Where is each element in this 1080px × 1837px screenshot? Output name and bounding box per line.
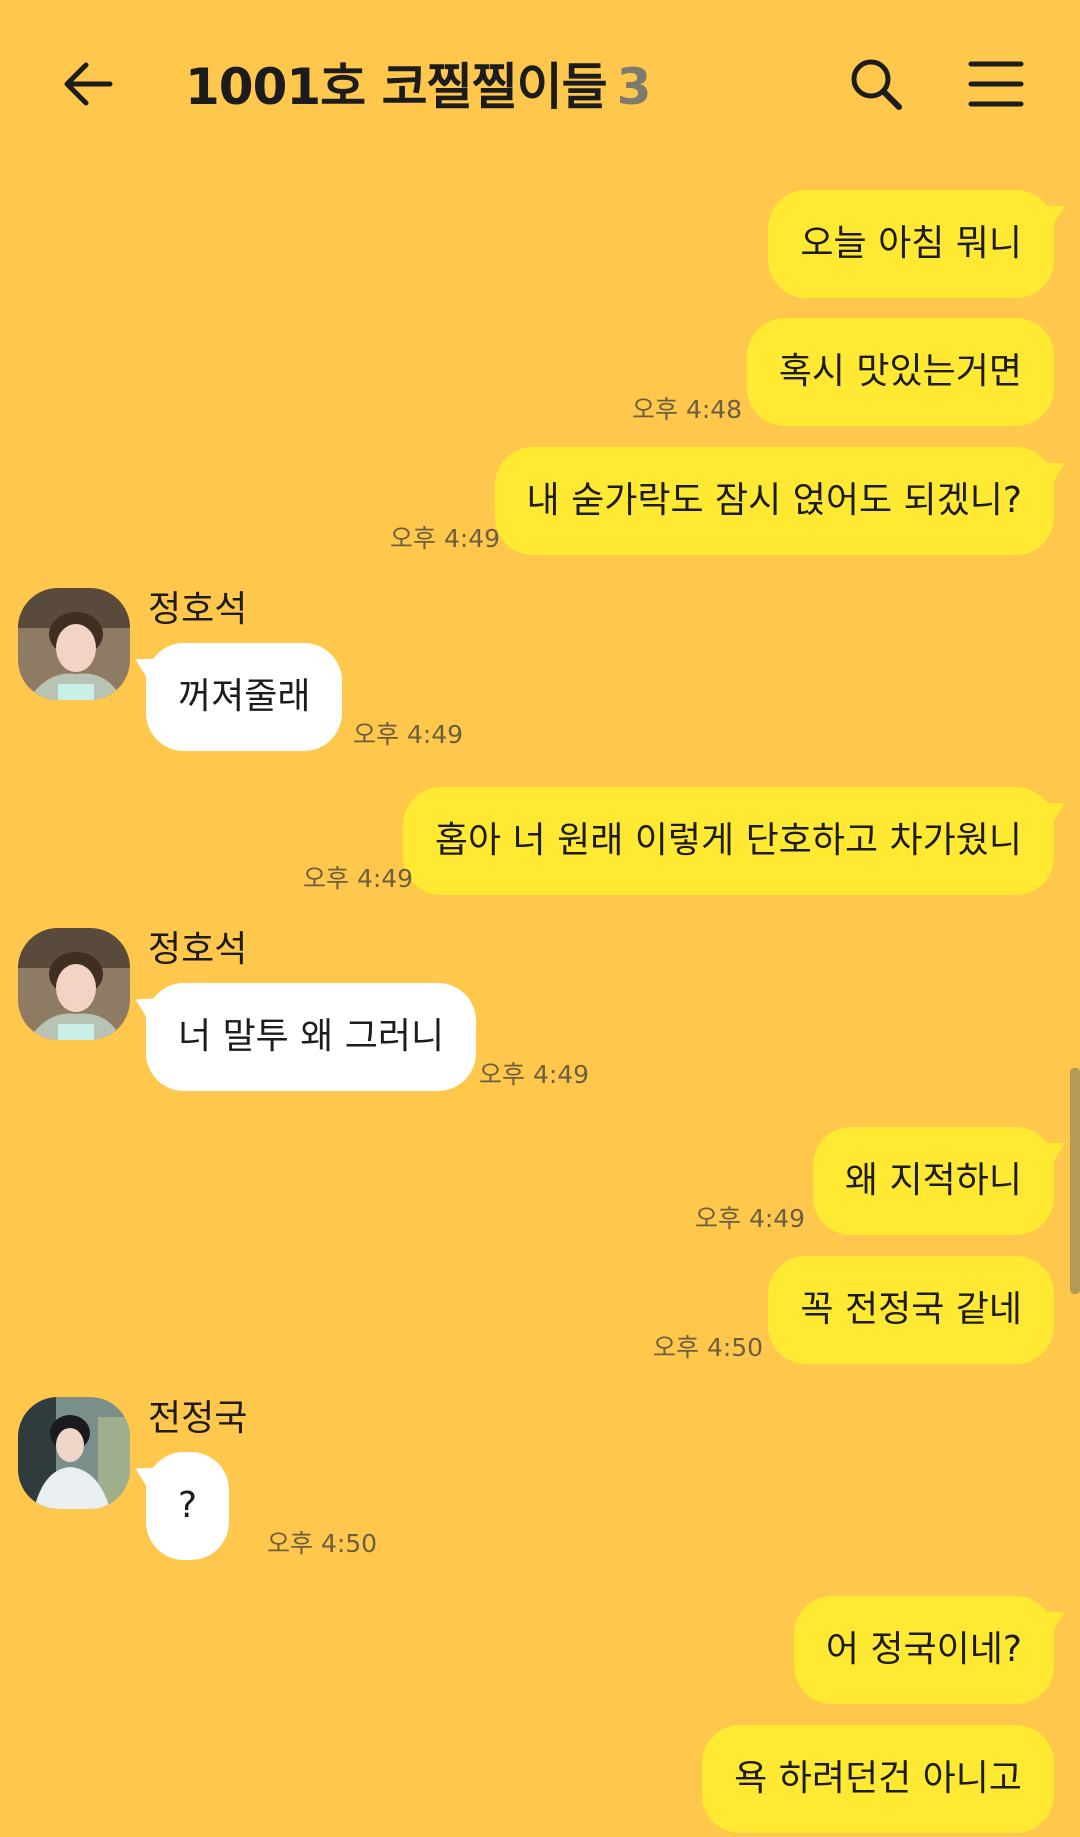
message-timestamp: 오후 4:50	[267, 1529, 378, 1558]
message-list[interactable]: 오늘 아침 뭐니 혹시 맛있는거면 오후 4:48 내 숟가락도 잠시 얹어도 …	[0, 0, 1080, 1837]
message-timestamp: 오후 4:50	[653, 1333, 764, 1362]
outgoing-message-bubble[interactable]: 오늘 아침 뭐니	[768, 190, 1054, 298]
message-row: 왜 지적하니 오후 4:49	[0, 1127, 1080, 1235]
outgoing-message-bubble[interactable]: 혹시 맛있는거면	[746, 318, 1054, 426]
message-timestamp: 오후 4:49	[390, 524, 501, 553]
message-row: 오늘 아침 뭐니	[0, 190, 1080, 298]
outgoing-message-bubble[interactable]: 홉아 너 원래 이렇게 단호하고 차가웠니	[402, 787, 1054, 895]
outgoing-message-bubble[interactable]: 왜 지적하니	[812, 1127, 1054, 1235]
message-timestamp: 오후 4:49	[695, 1204, 806, 1233]
message-row: 어 정국이네?	[0, 1596, 1080, 1704]
sender-name: 전정국	[148, 1398, 248, 1439]
outgoing-message-bubble[interactable]: 내 숟가락도 잠시 얹어도 되겠니?	[494, 447, 1054, 555]
message-row: 혹시 맛있는거면 오후 4:48	[0, 318, 1080, 426]
outgoing-message-bubble[interactable]: 어 정국이네?	[793, 1596, 1054, 1704]
sender-name: 정호석	[148, 589, 248, 630]
message-row: 욕 하려던건 아니고	[0, 1725, 1080, 1833]
scrollbar[interactable]	[1070, 1068, 1080, 1294]
message-timestamp: 오후 4:48	[632, 395, 743, 424]
incoming-message-bubble[interactable]: 너 말투 왜 그러니	[146, 983, 477, 1091]
message-row: 홉아 너 원래 이렇게 단호하고 차가웠니 오후 4:49	[0, 787, 1080, 895]
outgoing-message-bubble[interactable]: 욕 하려던건 아니고	[702, 1725, 1054, 1833]
sender-name: 정호석	[148, 929, 248, 970]
message-row: 꼭 전정국 같네 오후 4:50	[0, 1256, 1080, 1364]
message-row: 꺼져줄래 오후 4:49	[0, 643, 1080, 751]
outgoing-message-bubble[interactable]: 꼭 전정국 같네	[768, 1256, 1054, 1364]
message-timestamp: 오후 4:49	[479, 1060, 590, 1089]
incoming-message-bubble[interactable]: ?	[146, 1452, 230, 1560]
message-timestamp: 오후 4:49	[353, 720, 464, 749]
message-row: 내 숟가락도 잠시 얹어도 되겠니? 오후 4:49	[0, 447, 1080, 555]
message-row: 너 말투 왜 그러니 오후 4:49	[0, 983, 1080, 1091]
message-timestamp: 오후 4:49	[303, 864, 414, 893]
message-row: ? 오후 4:50	[0, 1452, 1080, 1560]
incoming-message-bubble[interactable]: 꺼져줄래	[146, 643, 343, 751]
